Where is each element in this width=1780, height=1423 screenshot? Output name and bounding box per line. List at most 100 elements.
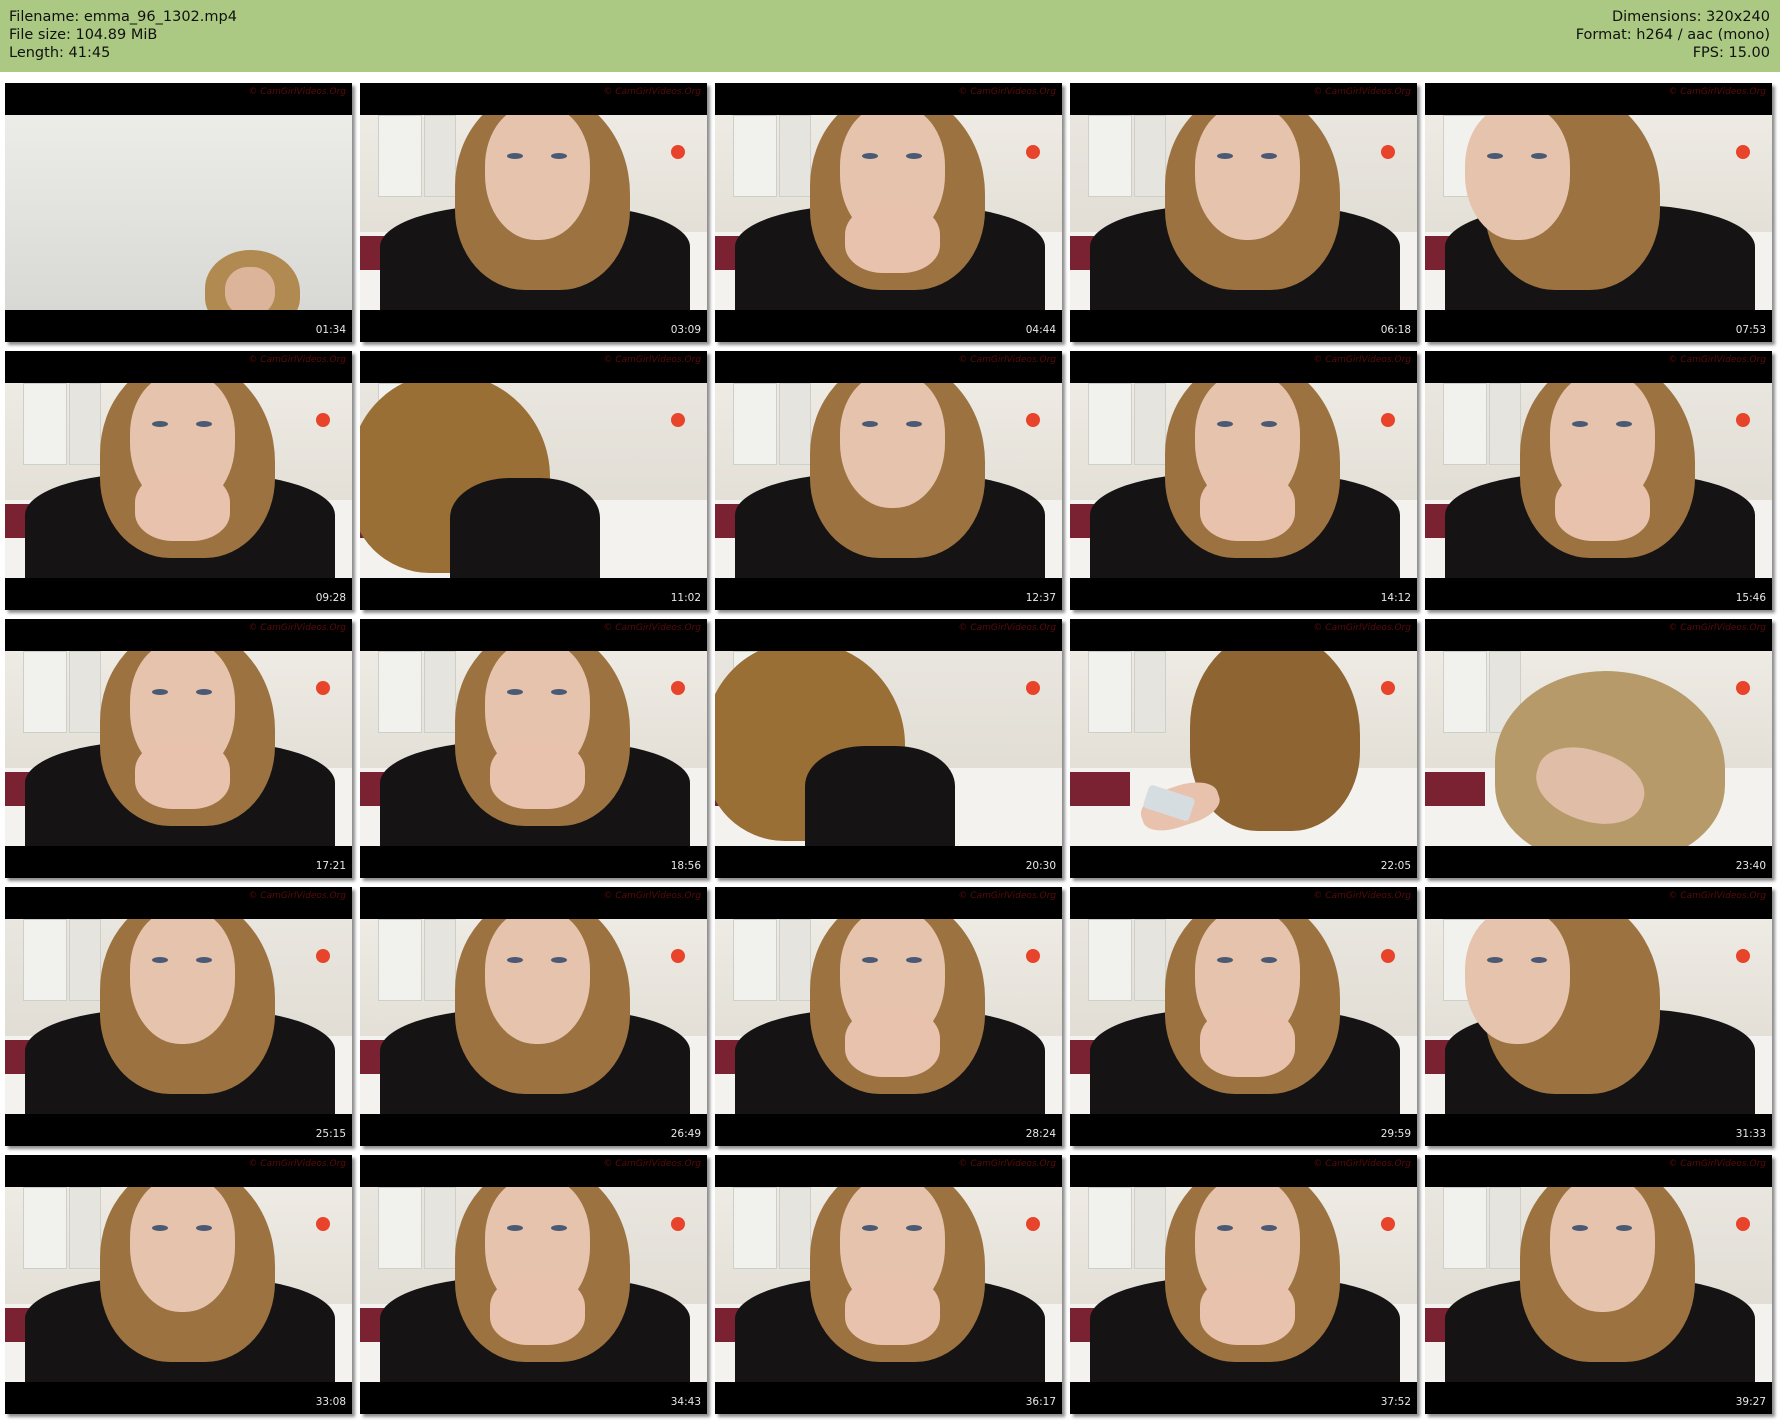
thumbnail-frame-image: [5, 919, 352, 1114]
thumbnail-frame-image: [5, 383, 352, 578]
video-thumbnail: © CamGirlVideos.Org 09:28: [5, 351, 352, 610]
watermark-text: © CamGirlVideos.Org: [958, 87, 1056, 97]
watermark-text: © CamGirlVideos.Org: [1668, 1159, 1766, 1169]
video-thumbnail: © CamGirlVideos.Org 11:02: [360, 351, 707, 610]
watermark-text: © CamGirlVideos.Org: [958, 623, 1056, 633]
thumbnail-timestamp: 36:17: [1025, 1396, 1056, 1408]
thumbnail-timestamp: 29:59: [1380, 1128, 1411, 1140]
video-thumbnail: © CamGirlVideos.Org 25:15: [5, 887, 352, 1146]
watermark-text: © CamGirlVideos.Org: [958, 355, 1056, 365]
thumbnail-timestamp: 22:05: [1380, 860, 1411, 872]
watermark-text: © CamGirlVideos.Org: [958, 1159, 1056, 1169]
watermark-text: © CamGirlVideos.Org: [1313, 87, 1411, 97]
watermark-text: © CamGirlVideos.Org: [248, 355, 346, 365]
thumbnail-frame-image: [5, 651, 352, 846]
filename-label: Filename: emma_96_1302.mp4: [9, 9, 237, 25]
watermark-text: © CamGirlVideos.Org: [958, 891, 1056, 901]
video-thumbnail: © CamGirlVideos.Org 06:18: [1070, 83, 1417, 342]
thumbnail-timestamp: 01:34: [315, 324, 346, 336]
thumbnail-frame-image: [5, 115, 352, 310]
watermark-text: © CamGirlVideos.Org: [248, 623, 346, 633]
info-header: Filename: emma_96_1302.mp4 File size: 10…: [0, 0, 1780, 72]
thumbnail-frame-image: [1425, 383, 1772, 578]
watermark-text: © CamGirlVideos.Org: [248, 1159, 346, 1169]
video-thumbnail: © CamGirlVideos.Org 12:37: [715, 351, 1062, 610]
format-label: Format: h264 / aac (mono): [1575, 27, 1770, 43]
thumbnail-timestamp: 09:28: [315, 592, 346, 604]
stream-info: Dimensions: 320x240 Format: h264 / aac (…: [1576, 8, 1770, 62]
watermark-text: © CamGirlVideos.Org: [248, 891, 346, 901]
thumbnail-frame-image: [1070, 383, 1417, 578]
watermark-text: © CamGirlVideos.Org: [603, 355, 701, 365]
watermark-text: © CamGirlVideos.Org: [603, 891, 701, 901]
watermark-text: © CamGirlVideos.Org: [1313, 1159, 1411, 1169]
video-thumbnail: © CamGirlVideos.Org 33:08: [5, 1155, 352, 1414]
thumbnail-timestamp: 11:02: [670, 592, 701, 604]
video-thumbnail: © CamGirlVideos.Org 14:12: [1070, 351, 1417, 610]
watermark-text: © CamGirlVideos.Org: [603, 623, 701, 633]
video-thumbnail: © CamGirlVideos.Org 20:30: [715, 619, 1062, 878]
watermark-text: © CamGirlVideos.Org: [1668, 355, 1766, 365]
video-thumbnail: © CamGirlVideos.Org 03:09: [360, 83, 707, 342]
video-thumbnail: © CamGirlVideos.Org 39:27: [1425, 1155, 1772, 1414]
video-thumbnail: © CamGirlVideos.Org 15:46: [1425, 351, 1772, 610]
dimensions-label: Dimensions: 320x240: [1611, 9, 1770, 25]
thumbnail-frame-image: [5, 1187, 352, 1382]
thumbnail-timestamp: 26:49: [670, 1128, 701, 1140]
thumbnail-timestamp: 20:30: [1025, 860, 1056, 872]
watermark-text: © CamGirlVideos.Org: [1313, 891, 1411, 901]
file-info: Filename: emma_96_1302.mp4 File size: 10…: [9, 8, 237, 62]
thumbnail-timestamp: 33:08: [315, 1396, 346, 1408]
thumbnail-timestamp: 12:37: [1025, 592, 1056, 604]
fps-label: FPS: 15.00: [1692, 45, 1770, 61]
thumbnail-frame-image: [715, 919, 1062, 1114]
video-thumbnail: © CamGirlVideos.Org 01:34: [5, 83, 352, 342]
thumbnail-frame-image: [360, 1187, 707, 1382]
thumbnail-timestamp: 25:15: [315, 1128, 346, 1140]
watermark-text: © CamGirlVideos.Org: [1668, 891, 1766, 901]
thumbnail-timestamp: 31:33: [1735, 1128, 1766, 1140]
thumbnail-timestamp: 37:52: [1380, 1396, 1411, 1408]
thumbnail-timestamp: 03:09: [670, 324, 701, 336]
video-thumbnail: © CamGirlVideos.Org 37:52: [1070, 1155, 1417, 1414]
thumbnail-timestamp: 39:27: [1735, 1396, 1766, 1408]
video-thumbnail: © CamGirlVideos.Org 31:33: [1425, 887, 1772, 1146]
video-thumbnail: © CamGirlVideos.Org 29:59: [1070, 887, 1417, 1146]
thumbnail-frame-image: [1425, 1187, 1772, 1382]
thumbnail-timestamp: 06:18: [1380, 324, 1411, 336]
video-thumbnail: © CamGirlVideos.Org 28:24: [715, 887, 1062, 1146]
watermark-text: © CamGirlVideos.Org: [1668, 87, 1766, 97]
watermark-text: © CamGirlVideos.Org: [1668, 623, 1766, 633]
thumbnail-frame-image: [1425, 919, 1772, 1114]
thumbnail-timestamp: 23:40: [1735, 860, 1766, 872]
thumbnail-frame-image: [360, 115, 707, 310]
video-thumbnail: © CamGirlVideos.Org 04:44: [715, 83, 1062, 342]
thumbnail-timestamp: 15:46: [1735, 592, 1766, 604]
thumbnail-timestamp: 07:53: [1735, 324, 1766, 336]
thumbnail-frame-image: [715, 1187, 1062, 1382]
thumbnail-frame-image: [360, 651, 707, 846]
video-thumbnail: © CamGirlVideos.Org 17:21: [5, 619, 352, 878]
thumbnail-frame-image: [1425, 115, 1772, 310]
filesize-label: File size: 104.89 MiB: [9, 27, 158, 43]
thumbnail-timestamp: 18:56: [670, 860, 701, 872]
thumbnail-timestamp: 14:12: [1380, 592, 1411, 604]
thumbnail-timestamp: 34:43: [670, 1396, 701, 1408]
watermark-text: © CamGirlVideos.Org: [603, 87, 701, 97]
thumbnail-frame-image: [360, 919, 707, 1114]
thumbnail-frame-image: [1070, 651, 1417, 846]
thumbnail-frame-image: [715, 383, 1062, 578]
video-thumbnail: © CamGirlVideos.Org 26:49: [360, 887, 707, 1146]
watermark-text: © CamGirlVideos.Org: [1313, 623, 1411, 633]
thumbnail-timestamp: 04:44: [1025, 324, 1056, 336]
video-thumbnail: © CamGirlVideos.Org 36:17: [715, 1155, 1062, 1414]
watermark-text: © CamGirlVideos.Org: [1313, 355, 1411, 365]
length-label: Length: 41:45: [9, 45, 111, 61]
thumbnail-frame-image: [360, 383, 707, 578]
thumbnail-frame-image: [1425, 651, 1772, 846]
thumbnail-frame-image: [1070, 1187, 1417, 1382]
thumbnail-frame-image: [715, 651, 1062, 846]
video-thumbnail: © CamGirlVideos.Org 22:05: [1070, 619, 1417, 878]
watermark-text: © CamGirlVideos.Org: [248, 87, 346, 97]
video-thumbnail: © CamGirlVideos.Org 23:40: [1425, 619, 1772, 878]
